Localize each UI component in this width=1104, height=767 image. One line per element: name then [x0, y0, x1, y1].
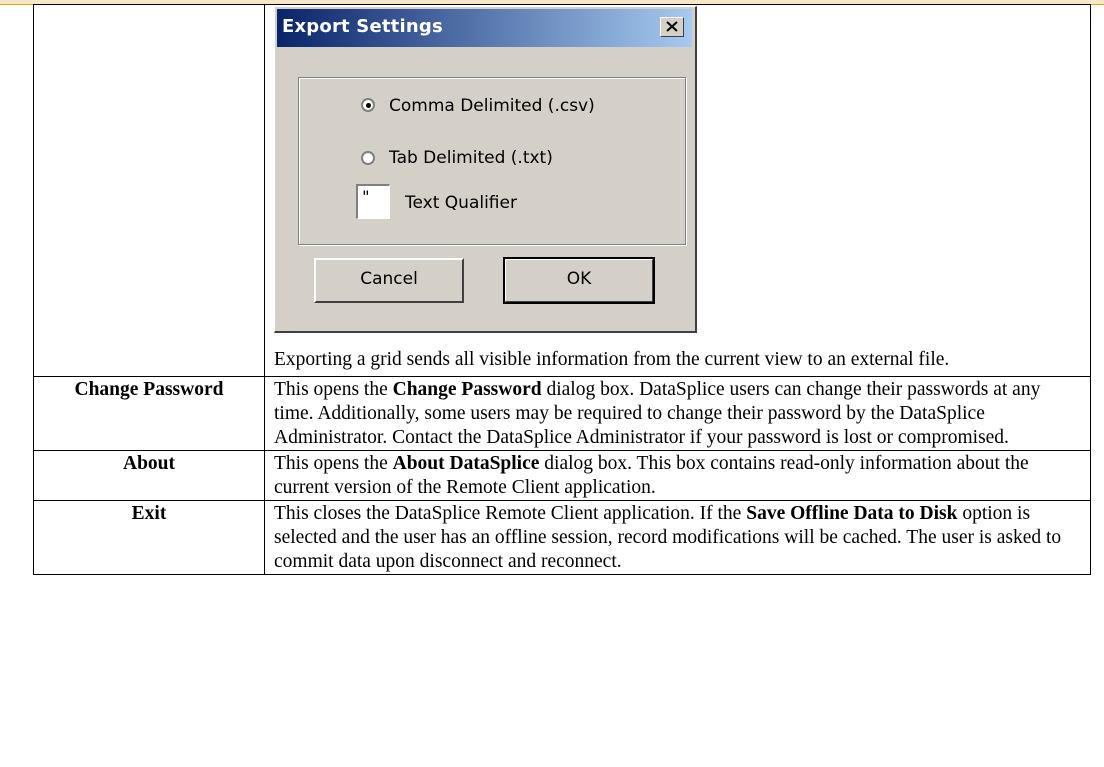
documentation-table: Export Settings Comma Delimited (.csv) T… [33, 4, 1091, 575]
row-description: Exporting a grid sends all visible infor… [274, 349, 950, 370]
ok-button[interactable]: OK [503, 257, 655, 304]
description-text: This opens the [274, 379, 393, 400]
table-row: About This opens the About DataSplice di… [33, 450, 1091, 501]
text-qualifier-label: Text Qualifier [405, 193, 517, 213]
row-description-cell: This closes the DataSplice Remote Client… [264, 500, 1091, 575]
dialog-titlebar: Export Settings [277, 9, 692, 47]
table-row: Change Password This opens the Change Pa… [33, 376, 1091, 451]
description-bold-text: Change Password [392, 379, 542, 400]
description-text: This closes the DataSplice Remote Client… [274, 503, 747, 524]
close-button[interactable] [660, 17, 684, 37]
row-description: This closes the DataSplice Remote Client… [274, 501, 1082, 574]
tab-delimited-radio[interactable] [361, 151, 375, 165]
cancel-button[interactable]: Cancel [314, 258, 464, 303]
dialog-title: Export Settings [282, 16, 443, 37]
row-label: Change Password [74, 379, 224, 400]
comma-delimited-radio[interactable] [361, 98, 375, 112]
row-label-cell: About [33, 450, 265, 501]
export-format-group: Comma Delimited (.csv) Tab Delimited (.t… [298, 77, 686, 245]
row-label: About [122, 453, 176, 474]
description-bold-text: About DataSplice [392, 453, 540, 474]
row-label [34, 5, 264, 6]
row-description-cell: This opens the Change Password dialog bo… [264, 376, 1091, 451]
text-qualifier-input[interactable]: " [356, 184, 390, 219]
row-label-cell: Change Password [33, 376, 265, 451]
row-label: Exit [131, 503, 167, 524]
table-row: Exit This closes the DataSplice Remote C… [33, 500, 1091, 575]
row-label-cell: Exit [33, 500, 265, 575]
tab-delimited-label: Tab Delimited (.txt) [389, 148, 553, 168]
table-row: Export Settings Comma Delimited (.csv) T… [33, 4, 1091, 377]
row-description: This opens the About DataSplice dialog b… [274, 451, 1082, 500]
export-settings-dialog: Export Settings Comma Delimited (.csv) T… [274, 6, 697, 333]
comma-delimited-label: Comma Delimited (.csv) [389, 96, 595, 116]
description-bold-text: Save Offline Data to Disk [746, 503, 958, 524]
row-description-cell: This opens the About DataSplice dialog b… [264, 450, 1091, 501]
radio-selected-dot [366, 103, 371, 108]
description-text: This opens the [274, 453, 393, 474]
row-description-cell: Export Settings Comma Delimited (.csv) T… [264, 4, 1091, 377]
row-label-cell [33, 4, 265, 377]
row-description: This opens the Change Password dialog bo… [274, 377, 1082, 450]
close-icon [666, 21, 678, 32]
